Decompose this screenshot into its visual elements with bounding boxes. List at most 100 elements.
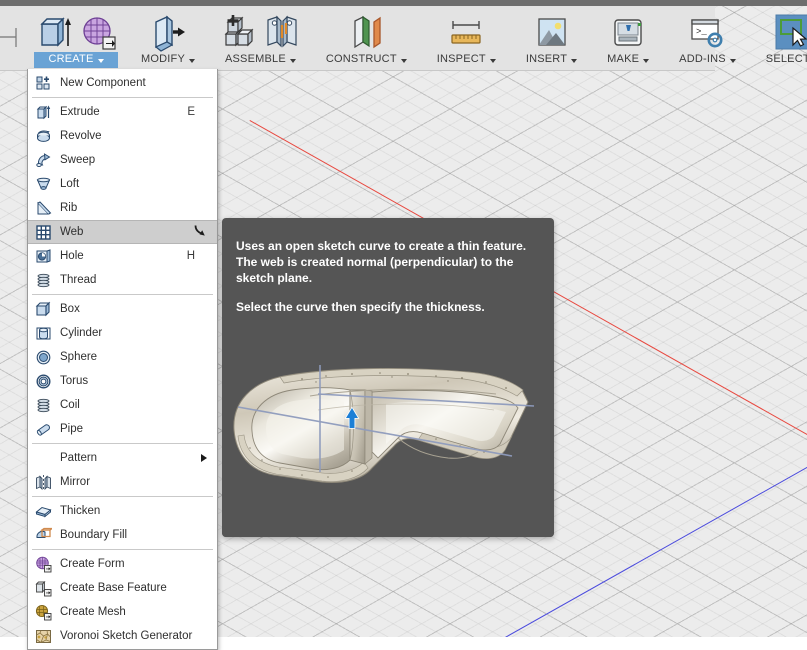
ribbon-group-construct[interactable]: CONSTRUCT [315, 6, 418, 70]
extrude-icon[interactable] [34, 12, 74, 52]
ribbon-modify-label[interactable]: MODIFY [134, 52, 202, 68]
voronoi-icon [35, 628, 52, 645]
ribbon-create-text: CREATE [48, 53, 94, 65]
menu-item-sweep[interactable]: Sweep [28, 148, 217, 172]
tooltip-preview-image [222, 332, 554, 537]
menu-label: Loft [60, 178, 80, 190]
menu-item-thread[interactable]: Thread [28, 268, 217, 292]
ribbon-create-label[interactable]: CREATE [34, 52, 118, 68]
menu-item-extrude[interactable]: Extrude E [28, 100, 217, 124]
menu-label: Thicken [60, 505, 101, 517]
menu-item-hole[interactable]: Hole H [28, 244, 217, 268]
menu-item-thicken[interactable]: Thicken [28, 499, 217, 523]
menu-item-boundary-fill[interactable]: Boundary Fill [28, 523, 217, 547]
box-icon [35, 301, 52, 318]
menu-item-pattern[interactable]: Pattern [28, 446, 217, 470]
measure-ruler-icon[interactable] [446, 12, 486, 52]
menu-separator [32, 496, 213, 497]
menu-label: Boundary Fill [60, 529, 128, 541]
ribbon-assemble-text: ASSEMBLE [224, 53, 286, 65]
ribbon-group-create[interactable]: CREATE [30, 6, 122, 70]
menu-item-rib[interactable]: Rib [28, 196, 217, 220]
ribbon-make-label[interactable]: MAKE [600, 52, 656, 68]
menu-label: Sweep [60, 154, 96, 166]
menu-shortcut: H [186, 250, 195, 262]
chevron-down-icon[interactable] [489, 58, 496, 63]
ribbon-insert-label[interactable]: INSERT [519, 52, 584, 68]
chevron-down-icon[interactable] [97, 58, 104, 63]
web-icon [35, 224, 52, 241]
pipe-icon [35, 421, 52, 438]
offset-plane-icon[interactable] [345, 12, 387, 52]
menu-item-torus[interactable]: Torus [28, 369, 217, 393]
menu-separator [32, 97, 213, 98]
ribbon-group-make[interactable]: MAKE [596, 6, 660, 70]
sketch-dimension-icon [0, 28, 17, 47]
svg-text:>_: >_ [696, 27, 707, 37]
menu-item-box[interactable]: Box [28, 297, 217, 321]
scripts-addins-icon[interactable]: >_ [686, 12, 728, 52]
mirror-icon [35, 474, 52, 491]
menu-item-coil[interactable]: Coil [28, 393, 217, 417]
menu-item-sphere[interactable]: Sphere [28, 345, 217, 369]
create-form-icon[interactable] [78, 12, 118, 52]
ribbon-group-insert[interactable]: INSERT [515, 6, 588, 70]
ribbon-inspect-text: INSPECT [436, 53, 486, 65]
menu-label: Pipe [60, 423, 84, 435]
ribbon-group-sketch-partial[interactable] [0, 6, 22, 70]
menu-label: Coil [60, 399, 80, 411]
chevron-down-icon[interactable] [400, 58, 407, 63]
web-feature-preview-render [222, 332, 554, 537]
chevron-down-icon[interactable] [729, 58, 736, 63]
ribbon-select-text: SELECT [765, 53, 807, 65]
menu-item-create-form[interactable]: Create Form [28, 552, 217, 576]
menu-label: Create Form [60, 558, 125, 570]
create-mesh-icon [35, 604, 52, 621]
joint-icon[interactable] [262, 12, 302, 52]
sketch-dimension-icon-wrap [0, 6, 20, 52]
extrude-icon [35, 104, 52, 121]
chevron-down-icon[interactable] [188, 58, 195, 63]
menu-item-loft[interactable]: Loft [28, 172, 217, 196]
3d-print-icon[interactable] [608, 12, 648, 52]
menu-item-voronoi-sketch-generator[interactable]: Voronoi Sketch Generator [28, 624, 217, 648]
thread-icon [35, 272, 52, 289]
ribbon-addins-label[interactable]: ADD-INS [672, 52, 743, 68]
menu-item-revolve[interactable]: Revolve [28, 124, 217, 148]
menu-item-create-mesh[interactable]: Create Mesh [28, 600, 217, 624]
ribbon-group-modify[interactable]: MODIFY [130, 6, 206, 70]
chevron-down-icon[interactable] [643, 58, 650, 63]
coil-icon [35, 397, 52, 414]
menu-item-cylinder[interactable]: Cylinder [28, 321, 217, 345]
ribbon-assemble-label[interactable]: ASSEMBLE [218, 52, 303, 68]
select-window-icon[interactable] [774, 13, 807, 51]
ribbon-addins-text: ADD-INS [679, 53, 726, 65]
ribbon-select-label[interactable]: SELECT [759, 52, 807, 68]
menu-item-web[interactable]: Web [28, 220, 217, 244]
boundary-fill-icon [35, 527, 52, 544]
cylinder-icon [35, 325, 52, 342]
menu-item-mirror[interactable]: Mirror [28, 470, 217, 494]
create-dropdown-menu[interactable]: New Component Extrude E Revolve Sweep Lo… [27, 69, 218, 650]
ribbon-group-inspect[interactable]: INSPECT [426, 6, 507, 70]
menu-item-new-component[interactable]: New Component [28, 71, 217, 95]
menu-label: Hole [60, 250, 84, 262]
menu-label: Mirror [60, 476, 91, 488]
new-component-icon[interactable] [218, 12, 258, 52]
ribbon-insert-text: INSERT [525, 53, 568, 65]
ribbon-group-assemble[interactable]: ASSEMBLE [214, 6, 307, 70]
menu-item-create-base-feature[interactable]: Create Base Feature [28, 576, 217, 600]
ribbon-construct-label[interactable]: CONSTRUCT [319, 52, 414, 68]
chevron-down-icon[interactable] [571, 58, 578, 63]
ribbon-group-select[interactable]: SELECT [755, 6, 807, 70]
ribbon-modify-text: MODIFY [141, 53, 185, 65]
insert-image-icon[interactable] [532, 12, 572, 52]
chevron-down-icon[interactable] [289, 58, 296, 63]
ribbon-group-addins[interactable]: >_ ADD-INS [668, 6, 747, 70]
ribbon-inspect-label[interactable]: INSPECT [430, 52, 503, 68]
menu-label: Revolve [60, 130, 102, 142]
loft-icon [35, 176, 52, 193]
menu-item-pipe[interactable]: Pipe [28, 417, 217, 441]
press-pull-icon[interactable] [147, 12, 189, 52]
menu-label: Rib [60, 202, 78, 214]
